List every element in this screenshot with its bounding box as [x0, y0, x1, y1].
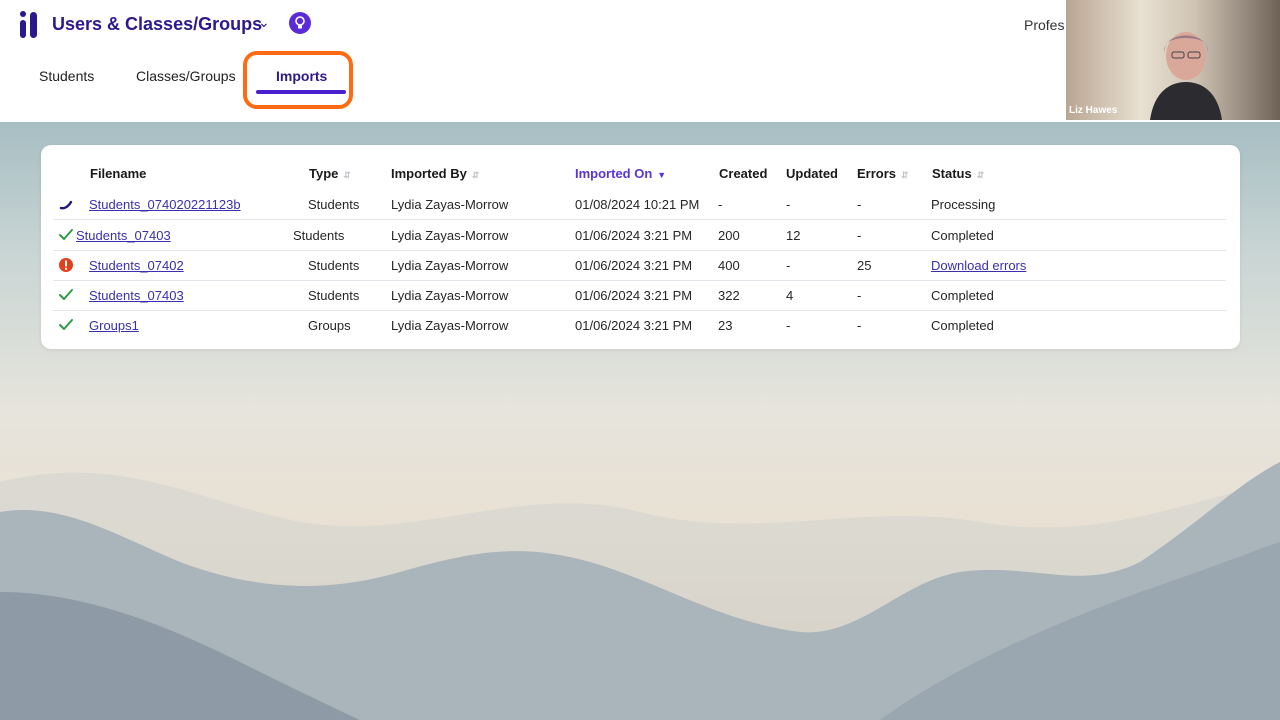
column-header-imported-on[interactable]: Imported On ▼ — [575, 166, 666, 181]
errors-cell: - — [857, 197, 862, 212]
created-cell: 23 — [718, 318, 733, 333]
imported-on-cell: 01/06/2024 3:21 PM — [575, 288, 693, 303]
imported-by-cell: Lydia Zayas-Morrow — [391, 258, 509, 273]
tab-students[interactable]: Students — [39, 68, 94, 84]
chevron-down-icon[interactable]: ⌄ — [258, 14, 270, 31]
tab-classes-groups[interactable]: Classes/Groups — [136, 68, 236, 84]
sort-icon: ⇵ — [976, 170, 985, 180]
webcam-overlay: Liz Hawes — [1066, 0, 1280, 120]
status-cell: Completed — [931, 288, 994, 303]
updated-cell: - — [786, 318, 791, 333]
created-cell: 200 — [718, 228, 740, 243]
error-icon — [59, 258, 73, 272]
app-title: Users & Classes/Groups — [52, 14, 263, 34]
status-cell: Completed — [931, 318, 994, 333]
lightbulb-icon[interactable] — [289, 12, 311, 34]
column-header-type[interactable]: Type ⇵ — [309, 166, 351, 181]
imported-by-cell: Lydia Zayas-Morrow — [391, 318, 509, 333]
filename-link[interactable]: Groups1 — [89, 318, 139, 333]
type-cell: Students — [308, 197, 360, 212]
sort-icon: ⇵ — [471, 170, 480, 180]
column-header-updated: Updated — [786, 166, 838, 181]
imported-on-cell: 01/06/2024 3:21 PM — [575, 228, 693, 243]
errors-cell: - — [857, 318, 862, 333]
type-cell: Groups — [308, 318, 351, 333]
updated-cell: 12 — [786, 228, 801, 243]
errors-cell: - — [857, 228, 862, 243]
imported-on-cell: 01/06/2024 3:21 PM — [575, 258, 693, 273]
profile-text[interactable]: Profes — [1024, 17, 1064, 33]
imported-on-cell: 01/06/2024 3:21 PM — [575, 318, 693, 333]
table-row: Students_07403 Students Lydia Zayas-Morr… — [53, 220, 1226, 251]
sort-desc-icon: ▼ — [657, 170, 667, 180]
processing-icon — [59, 200, 73, 210]
table-row: Groups1 Groups Lydia Zayas-Morrow 01/06/… — [53, 310, 1226, 340]
app-logo-icon[interactable] — [18, 10, 40, 40]
imported-on-cell: 01/08/2024 10:21 PM — [575, 197, 700, 212]
status-cell: Completed — [931, 228, 994, 243]
created-cell: - — [718, 197, 723, 212]
column-header-filename: Filename — [90, 166, 147, 181]
updated-cell: 4 — [786, 288, 794, 303]
errors-cell: 25 — [857, 258, 872, 273]
table-row: Students_07403 Students Lydia Zayas-Morr… — [53, 280, 1226, 311]
type-cell: Students — [308, 288, 360, 303]
column-header-created: Created — [719, 166, 768, 181]
updated-cell: - — [786, 258, 791, 273]
annotation-highlight — [243, 51, 353, 109]
column-header-status[interactable]: Status ⇵ — [932, 166, 984, 181]
check-icon — [59, 289, 73, 300]
filename-link[interactable]: Students_07402 — [89, 258, 184, 273]
imported-by-cell: Lydia Zayas-Morrow — [391, 197, 509, 212]
presenter-name: Liz Hawes — [1069, 105, 1118, 116]
check-icon — [59, 319, 73, 330]
check-icon — [59, 229, 73, 240]
column-header-imported-by[interactable]: Imported By ⇵ — [391, 166, 479, 181]
filename-link[interactable]: Students_07403 — [76, 228, 171, 243]
imports-table: Filename Type ⇵ Imported By ⇵ Imported On ▼… — [41, 145, 1240, 349]
imported-by-cell: Lydia Zayas-Morrow — [391, 228, 509, 243]
type-cell: Students — [293, 228, 345, 243]
column-header-errors[interactable]: Errors ⇵ — [857, 166, 909, 181]
download-errors-link[interactable]: Download errors — [931, 258, 1026, 273]
table-row: Students_074020221123b Students Lydia Za… — [53, 189, 1226, 220]
type-cell: Students — [308, 258, 360, 273]
table-row: Students_07402 Students Lydia Zayas-Morr… — [53, 250, 1226, 281]
created-cell: 400 — [718, 258, 740, 273]
sort-icon: ⇵ — [901, 170, 909, 180]
created-cell: 322 — [718, 288, 740, 303]
imported-by-cell: Lydia Zayas-Morrow — [391, 288, 509, 303]
updated-cell: - — [786, 197, 791, 212]
filename-link[interactable]: Students_07403 — [89, 288, 184, 303]
status-cell: Processing — [931, 197, 996, 212]
errors-cell: - — [857, 288, 862, 303]
presenter-image — [1150, 32, 1222, 120]
filename-link[interactable]: Students_074020221123b — [89, 197, 241, 212]
sort-icon: ⇵ — [343, 170, 351, 180]
